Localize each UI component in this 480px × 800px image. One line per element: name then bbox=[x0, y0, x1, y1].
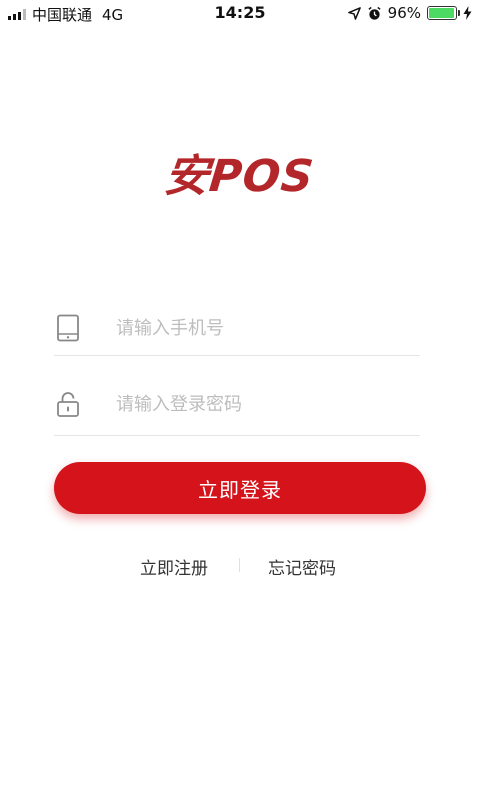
footer-links: 立即注册 忘记密码 bbox=[0, 552, 480, 579]
battery-fill bbox=[429, 8, 454, 18]
carrier-name: 中国联通 bbox=[32, 6, 93, 24]
phone-input[interactable] bbox=[116, 312, 406, 344]
phone-row bbox=[54, 300, 420, 356]
link-divider bbox=[239, 558, 240, 572]
alarm-icon bbox=[368, 6, 381, 20]
location-arrow-icon bbox=[347, 6, 361, 20]
phone-icon bbox=[57, 314, 79, 342]
signal-icon bbox=[8, 9, 26, 20]
forgot-password-link[interactable]: 忘记密码 bbox=[268, 554, 336, 579]
battery-percent: 96% bbox=[387, 4, 421, 22]
charging-bolt-icon bbox=[463, 6, 472, 20]
register-link[interactable]: 立即注册 bbox=[140, 554, 208, 579]
battery-icon bbox=[427, 6, 460, 20]
status-left: 中国联通 4G bbox=[8, 4, 123, 25]
lock-icon bbox=[57, 392, 79, 417]
status-bar: 中国联通 4G 14:25 96% bbox=[0, 0, 480, 26]
password-input[interactable] bbox=[116, 388, 406, 420]
status-right: 96% bbox=[347, 4, 472, 22]
logo-text: 安POS bbox=[162, 151, 317, 202]
network-type: 4G bbox=[102, 5, 124, 24]
login-button[interactable]: 立即登录 bbox=[54, 462, 426, 514]
password-row bbox=[54, 374, 420, 436]
app-logo: 安POS bbox=[0, 140, 480, 204]
